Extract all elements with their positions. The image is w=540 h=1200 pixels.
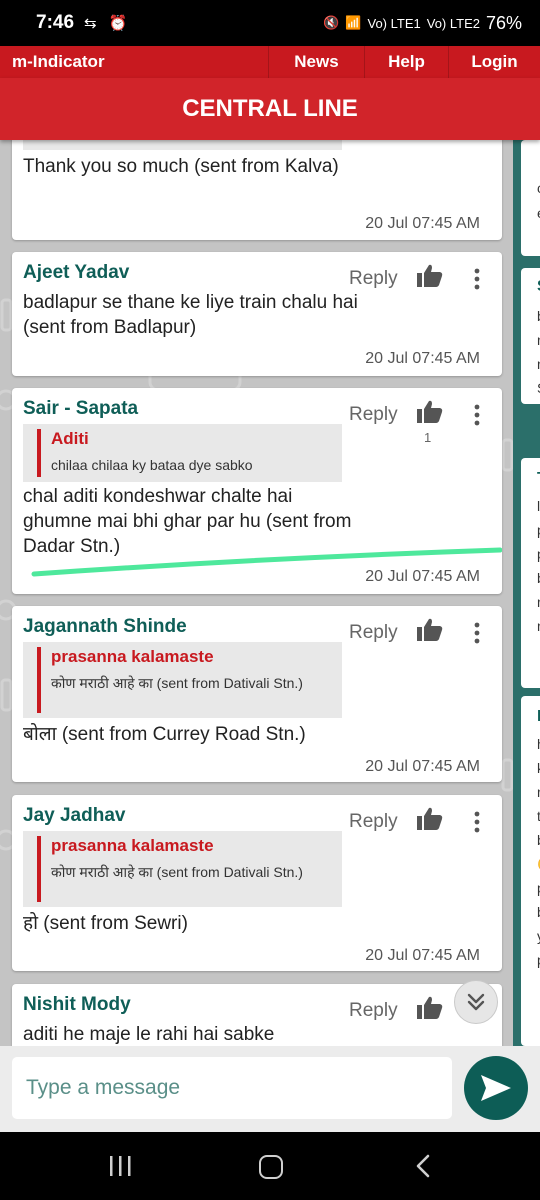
system-nav-bar — [0, 1132, 540, 1200]
message-text: aditi he maje le rahi hai sabke — [23, 1024, 275, 1045]
message-card[interactable]: Jay Jadhav Reply prasanna kalamaste कोण … — [12, 795, 502, 971]
quoted-message — [23, 140, 342, 150]
quoted-message[interactable]: Aditi chilaa chilaa ky bataa dye sabko — [23, 424, 342, 482]
app-brand[interactable]: m-Indicator — [0, 52, 268, 72]
right-card: ce — [521, 140, 540, 256]
send-icon — [481, 1075, 511, 1101]
right-column[interactable]: ce SbnnS Tlppbnn Ihkntb😀pbyp — [513, 140, 540, 1046]
page-title: CENTRAL LINE — [0, 78, 540, 140]
like-count: 1 — [424, 430, 432, 445]
quote-bar — [37, 429, 41, 477]
thumbs-up-icon[interactable] — [417, 400, 443, 424]
reply-button[interactable]: Reply — [349, 811, 398, 833]
reply-button[interactable]: Reply — [349, 622, 398, 644]
send-button[interactable] — [464, 1056, 528, 1120]
message-card[interactable]: Sair - Sapata Reply 1 Aditi chilaa chila… — [12, 388, 502, 594]
scroll-down-button[interactable] — [454, 980, 498, 1024]
quote-bar — [37, 647, 41, 713]
status-bar: 7:46 ⇆ ⏰ 🔇 📶 Vo) LTE1 Vo) LTE2 76% — [0, 0, 540, 46]
quoted-sender: prasanna kalamaste — [51, 647, 214, 666]
reply-button[interactable]: Reply — [349, 1000, 398, 1022]
message-text: हो (sent from Sewri) — [23, 913, 188, 934]
recent-apps-icon[interactable] — [108, 1154, 134, 1178]
message-input[interactable] — [12, 1057, 452, 1119]
reply-button[interactable]: Reply — [349, 268, 398, 290]
wifi-icon: 📶 — [345, 15, 362, 30]
message-time: 20 Jul 07:45 AM — [365, 350, 480, 367]
battery-level: 76% — [485, 12, 522, 33]
quoted-message[interactable]: prasanna kalamaste कोण मराठी आहे का (sen… — [23, 642, 342, 718]
network-1: Vo) LTE1 — [367, 15, 421, 31]
nav-help[interactable]: Help — [364, 46, 448, 78]
more-options-icon[interactable] — [474, 622, 480, 644]
message-composer — [0, 1046, 540, 1132]
back-icon[interactable] — [412, 1153, 434, 1179]
message-time: 20 Jul 07:45 AM — [365, 947, 480, 964]
more-options-icon[interactable] — [474, 404, 480, 426]
message-text: Thank you so much (sent from Kalva) — [23, 156, 339, 177]
home-icon[interactable] — [259, 1155, 283, 1179]
thumbs-up-icon[interactable] — [417, 618, 443, 642]
quoted-text: कोण मराठी आहे का (sent from Dativali Stn… — [51, 864, 303, 880]
quoted-message[interactable]: prasanna kalamaste कोण मराठी आहे का (sen… — [23, 831, 342, 907]
nav-news[interactable]: News — [268, 46, 364, 78]
message-time: 20 Jul 07:45 AM — [365, 758, 480, 775]
mute-icon: 🔇 — [323, 15, 340, 30]
right-card: Tlppbnn — [521, 458, 540, 688]
more-options-icon[interactable] — [474, 268, 480, 290]
message-card[interactable]: Jagannath Shinde Reply prasanna kalamast… — [12, 606, 502, 782]
notification-icons: ⇆ ⏰ — [84, 15, 132, 32]
message-text: badlapur se thane ke liye train chalu ha… — [23, 292, 358, 338]
top-nav: m-Indicator News Help Login — [0, 46, 540, 78]
sender-name[interactable]: Ajeet Yadav — [23, 262, 129, 284]
sender-name[interactable]: Nishit Mody — [23, 994, 131, 1016]
thumbs-up-icon[interactable] — [417, 996, 443, 1020]
chat-list[interactable]: ce SbnnS Tlppbnn Ihkntb😀pbyp Thank you s… — [0, 140, 540, 1046]
reply-button[interactable]: Reply — [349, 404, 398, 426]
thumbs-up-icon[interactable] — [417, 264, 443, 288]
message-card[interactable]: Nishit Mody Reply aditi he maje le rahi … — [12, 984, 502, 1046]
thumbs-up-icon[interactable] — [417, 807, 443, 831]
message-text: बोला (sent from Currey Road Stn.) — [23, 724, 306, 745]
quote-bar — [37, 836, 41, 902]
status-icons: 🔇 📶 Vo) LTE1 Vo) LTE2 76% — [323, 13, 522, 34]
clock: 7:46 — [36, 12, 75, 33]
message-card[interactable]: Thank you so much (sent from Kalva) 20 J… — [12, 140, 502, 240]
sender-name[interactable]: Jagannath Shinde — [23, 616, 187, 638]
more-options-icon[interactable] — [474, 811, 480, 833]
quoted-sender: prasanna kalamaste — [51, 836, 214, 855]
right-card: Ihkntb😀pbyp — [521, 696, 540, 1046]
quoted-text: chilaa chilaa ky bataa dye sabko — [51, 457, 253, 473]
message-card[interactable]: Ajeet Yadav Reply badlapur se thane ke l… — [12, 252, 502, 376]
message-time: 20 Jul 07:45 AM — [365, 568, 480, 585]
network-2: Vo) LTE2 — [426, 15, 480, 31]
quoted-sender: Aditi — [51, 429, 89, 448]
quoted-text: कोण मराठी आहे का (sent from Dativali Stn… — [51, 675, 303, 691]
nav-login[interactable]: Login — [448, 46, 540, 78]
right-card: SbnnS — [521, 268, 540, 404]
double-chevron-down-icon — [467, 993, 485, 1011]
sender-name[interactable]: Sair - Sapata — [23, 398, 138, 420]
message-time: 20 Jul 07:45 AM — [365, 215, 480, 232]
sender-name[interactable]: Jay Jadhav — [23, 805, 125, 827]
